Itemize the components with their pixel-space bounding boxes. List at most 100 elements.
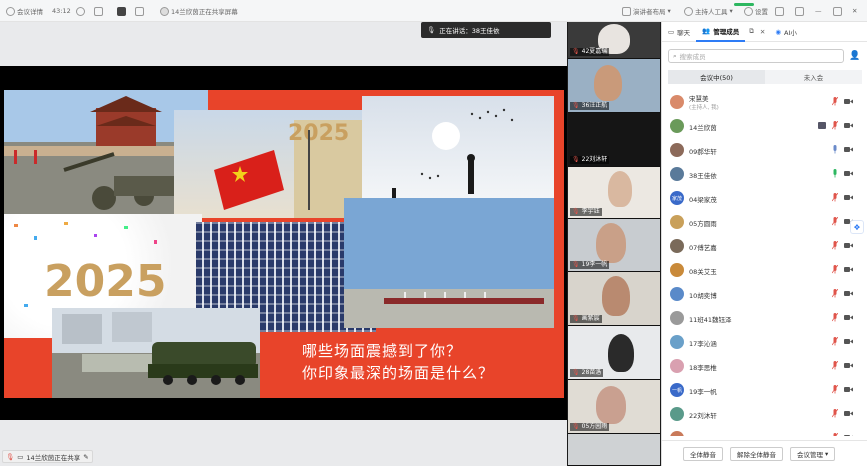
- tab-in-meeting[interactable]: 会议中(50): [668, 70, 765, 84]
- video-tile[interactable]: 🎙 22刘沐轩: [568, 113, 660, 167]
- video-tile[interactable]: 🎙 19李一帆: [568, 219, 660, 272]
- search-icon: ⌕: [673, 51, 677, 60]
- participant-row[interactable]: 38王佳依: [662, 162, 867, 186]
- camera-icon[interactable]: [844, 338, 853, 345]
- avatar: 一帆: [670, 383, 684, 397]
- mic-button[interactable]: [135, 4, 144, 18]
- mic-muted-icon[interactable]: [832, 121, 838, 130]
- mic-muted-icon[interactable]: [832, 361, 838, 370]
- participant-row[interactable]: 17李沁涵: [662, 330, 867, 354]
- record-button[interactable]: [117, 4, 126, 18]
- mic-muted-icon[interactable]: [832, 217, 838, 226]
- camera-icon[interactable]: [844, 242, 853, 249]
- mic-muted-icon[interactable]: [832, 265, 838, 274]
- camera-icon[interactable]: [844, 362, 853, 369]
- maximize-button[interactable]: [833, 4, 842, 18]
- camera-icon[interactable]: [844, 98, 853, 105]
- sidebar-toggle-button[interactable]: [795, 4, 804, 18]
- settings-button[interactable]: 设置: [744, 4, 768, 18]
- participant-row[interactable]: 11班41魏钰泽: [662, 306, 867, 330]
- participant-row[interactable]: 22刘沐轩: [662, 402, 867, 426]
- participant-row[interactable]: 07傅艺嘉: [662, 234, 867, 258]
- participant-row[interactable]: 09郝华轩: [662, 138, 867, 162]
- video-tile[interactable]: 🎙 05方园雨: [568, 380, 660, 434]
- video-label: 🎙 05方园雨: [570, 423, 610, 431]
- avatar: [670, 143, 684, 157]
- video-tile[interactable]: 🎙 28苗洛: [568, 326, 660, 380]
- camera-icon[interactable]: [844, 122, 853, 129]
- tab-ai[interactable]: ◉ AI小: [769, 22, 803, 42]
- popout-panel-icon[interactable]: ⧉: [749, 27, 754, 36]
- participant-row[interactable]: 一帆 19李一帆: [662, 378, 867, 402]
- close-button[interactable]: ✕: [852, 4, 857, 18]
- participant-name: 10胡奕博: [689, 292, 717, 300]
- mic-muted-icon[interactable]: [832, 289, 838, 298]
- video-tile[interactable]: 🎙 42夏嘉瑞: [568, 22, 660, 59]
- floating-tool-icon[interactable]: ❖: [850, 220, 864, 234]
- camera-icon[interactable]: [844, 290, 853, 297]
- meeting-manage-button[interactable]: 会议管理 ▾: [790, 446, 836, 461]
- participant-row[interactable]: 08关艾玉: [662, 258, 867, 282]
- participant-row[interactable]: 家茂 04梁家茂: [662, 186, 867, 210]
- participant-row[interactable]: 05方圆雨: [662, 210, 867, 234]
- mic-icon[interactable]: [832, 169, 838, 178]
- camera-icon[interactable]: [844, 410, 853, 417]
- mic-icon[interactable]: [832, 145, 838, 154]
- video-tile[interactable]: 🎙 36汪正航: [568, 59, 660, 113]
- tab-ai-label: AI小: [784, 28, 797, 37]
- participant-name: 09郝华轩: [689, 148, 717, 156]
- participant-name: 22刘沐轩: [689, 412, 717, 420]
- participant-row[interactable]: 24孙嘉悦: [662, 426, 867, 436]
- camera-icon[interactable]: [844, 386, 853, 393]
- invite-button[interactable]: 👤: [848, 49, 862, 63]
- camera-icon[interactable]: [844, 194, 853, 201]
- minimize-button[interactable]: —: [815, 4, 822, 18]
- mic-muted-icon[interactable]: [832, 313, 838, 322]
- close-panel-icon[interactable]: ✕: [760, 28, 765, 36]
- video-tile[interactable]: 🎙 李宇钰: [568, 167, 660, 219]
- camera-icon[interactable]: [844, 170, 853, 177]
- camera-icon[interactable]: [844, 434, 853, 436]
- meeting-info[interactable]: 会议详情: [6, 4, 43, 18]
- popout-button[interactable]: [94, 4, 103, 18]
- shared-content[interactable]: 2025 2025 哪些场面震撼到了你？ 你印象最深的场面是什么？: [0, 66, 567, 420]
- participant-row[interactable]: 宋慧美 (主持人, 我): [662, 90, 867, 114]
- mic-muted-icon[interactable]: [832, 409, 838, 418]
- camera-icon[interactable]: [844, 146, 853, 153]
- mic-muted-icon[interactable]: [832, 385, 838, 394]
- sharing-indicator[interactable]: 🎙 ▭ 14兰欣茵正在共享 ✎: [2, 450, 93, 463]
- search-input[interactable]: ⌕ 搜索成员: [668, 49, 844, 63]
- host-tools-button[interactable]: 主持人工具 ▾: [684, 4, 733, 18]
- pin-button[interactable]: [775, 4, 784, 18]
- unmute-all-button[interactable]: 解除全体静音: [730, 446, 783, 461]
- tab-not-joined[interactable]: 未入会: [765, 70, 862, 84]
- avatar: [670, 95, 684, 109]
- chevron-down-icon: ▾: [667, 7, 671, 15]
- slide-caption: 哪些场面震撼到了你？ 你印象最深的场面是什么？: [302, 340, 494, 384]
- host-tools-icon: [684, 6, 693, 16]
- video-tile[interactable]: 🎙 画紫宸: [568, 272, 660, 326]
- mute-all-button[interactable]: 全体静音: [683, 446, 723, 461]
- mic-muted-icon[interactable]: [832, 193, 838, 202]
- video-tile[interactable]: [568, 434, 660, 466]
- tab-chat[interactable]: ▭ 聊天: [662, 22, 696, 42]
- close-icon: ✕: [852, 7, 858, 15]
- camera-icon[interactable]: [844, 266, 853, 273]
- layout-button[interactable]: 演讲者布局 ▾: [622, 4, 671, 18]
- members-icon: 👥: [702, 26, 711, 35]
- network-label: 会议详情: [17, 8, 43, 16]
- mic-muted-icon[interactable]: [832, 433, 838, 436]
- camera-icon[interactable]: [844, 314, 853, 321]
- mic-muted-icon[interactable]: [832, 97, 838, 106]
- participant-row[interactable]: 14兰欣茵: [662, 114, 867, 138]
- unmute-all-label: 解除全体静音: [737, 450, 776, 459]
- mic-muted-icon: 🎙: [572, 315, 580, 322]
- mic-muted-icon[interactable]: [832, 337, 838, 346]
- info-button[interactable]: [76, 4, 85, 18]
- participant-row[interactable]: 18李思椎: [662, 354, 867, 378]
- participant-row[interactable]: 10胡奕博: [662, 282, 867, 306]
- mic-muted-icon[interactable]: [832, 241, 838, 250]
- tab-manage-members[interactable]: 👥 管理成员: [696, 22, 746, 42]
- avatar: [670, 239, 684, 253]
- gear-icon: [744, 6, 753, 16]
